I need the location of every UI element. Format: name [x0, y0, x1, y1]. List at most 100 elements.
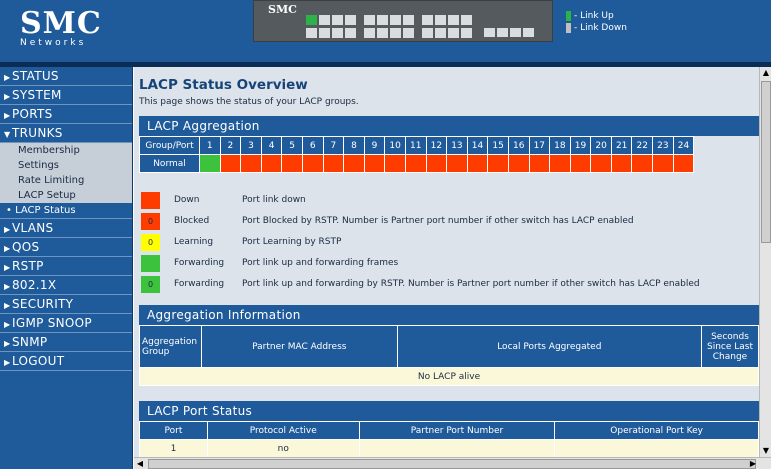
switch-port-led	[345, 28, 356, 38]
port-header-10: 10	[384, 136, 406, 155]
switch-sfp-port	[484, 28, 495, 37]
legend-state-description: Port link up and forwarding frames	[242, 258, 399, 268]
page-description: This page shows the status of your LACP …	[139, 97, 359, 107]
port-status-port-cell: 1	[139, 439, 208, 457]
port-header-23: 23	[652, 136, 674, 155]
sidebar-item-vlans[interactable]: ▶ VLANS	[0, 219, 132, 238]
port-state-cell-5	[281, 154, 303, 173]
link-up-label: - Link Up	[574, 11, 614, 21]
submenu-item-settings[interactable]: Settings	[0, 158, 132, 173]
legend-state-description: Port Learning by RSTP	[242, 237, 342, 247]
sidebar-item-trunks[interactable]: ▼ TRUNKS	[0, 124, 132, 143]
legend-state-name: Forwarding	[174, 258, 225, 268]
port-state-cell-2	[219, 154, 242, 173]
submenu-item-lacp-setup[interactable]: LACP Setup	[0, 188, 132, 203]
sidebar-item-label: SECURITY	[12, 297, 74, 311]
scroll-left-arrow-icon[interactable]: ◀	[134, 458, 146, 470]
aggregation-normal-row: Normal	[139, 154, 695, 173]
sidebar-item-security[interactable]: ▶ SECURITY	[0, 295, 132, 314]
sidebar-item-label: 802.1X	[12, 278, 57, 292]
col-aggregation-group: Aggregation Group	[139, 325, 202, 368]
link-up-swatch	[566, 11, 571, 21]
port-status-partner-cell	[358, 439, 556, 457]
port-header-12: 12	[425, 136, 448, 155]
vertical-scrollbar[interactable]: ▲ ▼	[759, 67, 771, 457]
switch-sfp-port	[497, 28, 508, 37]
port-header-5: 5	[281, 136, 303, 155]
submenu-item-lacp-status[interactable]: • LACP Status	[0, 203, 132, 218]
switch-port-led	[448, 15, 459, 25]
aggregation-info-table: Aggregation Group Partner MAC Address Lo…	[139, 325, 759, 386]
submenu-item-rate-limiting[interactable]: Rate Limiting	[0, 173, 132, 188]
sidebar-item-logout[interactable]: ▶ LOGOUT	[0, 352, 132, 371]
sidebar-item-label: QOS	[12, 240, 40, 254]
sidebar-item-ports[interactable]: ▶ PORTS	[0, 105, 132, 124]
legend-row-learning: 0 Learning Port Learning by RSTP	[139, 234, 759, 251]
lacp-aggregation-heading: LACP Aggregation	[139, 116, 759, 136]
switch-port-led	[332, 28, 343, 38]
logo-wordmark: SMC	[20, 6, 102, 41]
port-state-cell-10	[384, 154, 406, 173]
port-header-14: 14	[466, 136, 489, 155]
collapsed-triangle-icon: ▶	[4, 301, 11, 310]
port-header-16: 16	[507, 136, 530, 155]
switch-port-led	[332, 15, 343, 25]
legend-state-description: Port Blocked by RSTP. Number is Partner …	[242, 216, 634, 226]
col-operational-port-key: Operational Port Key	[554, 421, 759, 440]
collapsed-triangle-icon: ▶	[4, 282, 11, 291]
port-state-cell-20	[590, 154, 612, 173]
switch-sfp-port	[523, 28, 534, 37]
col-local-ports: Local Ports Aggregated	[396, 325, 703, 368]
no-lacp-alive-message: No LACP alive	[139, 367, 759, 386]
link-legend: - Link Up - Link Down	[566, 10, 676, 40]
legend-state-name: Blocked	[174, 216, 210, 226]
sidebar-item-igmp-snoop[interactable]: ▶ IGMP SNOOP	[0, 314, 132, 333]
sidebar-item-snmp[interactable]: ▶ SNMP	[0, 333, 132, 352]
col-partner-mac: Partner MAC Address	[200, 325, 398, 368]
scroll-down-arrow-icon[interactable]: ▼	[760, 445, 771, 457]
aggregation-header-row: Group/Port 1 2 3 4 5 6 7 8 9 10 11 12 13 14 15 16 17 18 19…	[139, 136, 695, 155]
horizontal-scroll-thumb[interactable]	[148, 459, 756, 469]
port-header-2: 2	[219, 136, 242, 155]
sidebar-item-qos[interactable]: ▶ QOS	[0, 238, 132, 257]
port-header-3: 3	[240, 136, 262, 155]
legend-swatch: 0	[141, 234, 160, 251]
sidebar-item-label: STATUS	[12, 69, 59, 83]
horizontal-scrollbar[interactable]: ◀ ▶	[134, 457, 771, 469]
submenu-item-membership[interactable]: Membership	[0, 143, 132, 158]
sidebar-item-rstp[interactable]: ▶ RSTP	[0, 257, 132, 276]
switch-port-led	[448, 28, 459, 38]
scroll-right-arrow-icon[interactable]: ▶	[747, 458, 759, 470]
sidebar-item-label: SNMP	[12, 335, 48, 349]
switch-port-led	[390, 28, 401, 38]
collapsed-triangle-icon: ▶	[4, 73, 11, 82]
switch-port-led	[422, 15, 433, 25]
switch-port-led	[390, 15, 401, 25]
scroll-up-arrow-icon[interactable]: ▲	[760, 67, 771, 79]
aggregation-info-header-row: Aggregation Group Partner MAC Address Lo…	[139, 325, 759, 368]
port-state-cell-18	[549, 154, 571, 173]
switch-port-led	[461, 15, 472, 25]
col-port: Port	[139, 421, 208, 440]
port-header-4: 4	[260, 136, 283, 155]
sidebar-item-status[interactable]: ▶ STATUS	[0, 67, 132, 86]
sidebar-item-system[interactable]: ▶ SYSTEM	[0, 86, 132, 105]
port-header-15: 15	[487, 136, 509, 155]
collapsed-triangle-icon: ▶	[4, 320, 11, 329]
port-status-header-row: Port Protocol Active Partner Port Number…	[139, 421, 759, 440]
port-header-11: 11	[404, 136, 427, 155]
sidebar-item-802-1x[interactable]: ▶ 802.1X	[0, 276, 132, 295]
switch-port-led	[435, 28, 446, 38]
switch-port-led	[377, 28, 388, 38]
legend-state-name: Learning	[174, 237, 214, 247]
expanded-triangle-icon: ▼	[4, 130, 11, 139]
port-state-cell-7	[322, 154, 345, 173]
sidebar-item-label: VLANS	[12, 221, 54, 235]
port-header-8: 8	[343, 136, 365, 155]
vertical-scroll-thumb[interactable]	[761, 81, 771, 243]
legend-swatch	[141, 192, 160, 209]
port-state-cell-12	[425, 154, 448, 173]
port-state-cell-17	[528, 154, 551, 173]
sidebar-item-label: PORTS	[12, 107, 53, 121]
port-header-1: 1	[199, 136, 221, 155]
